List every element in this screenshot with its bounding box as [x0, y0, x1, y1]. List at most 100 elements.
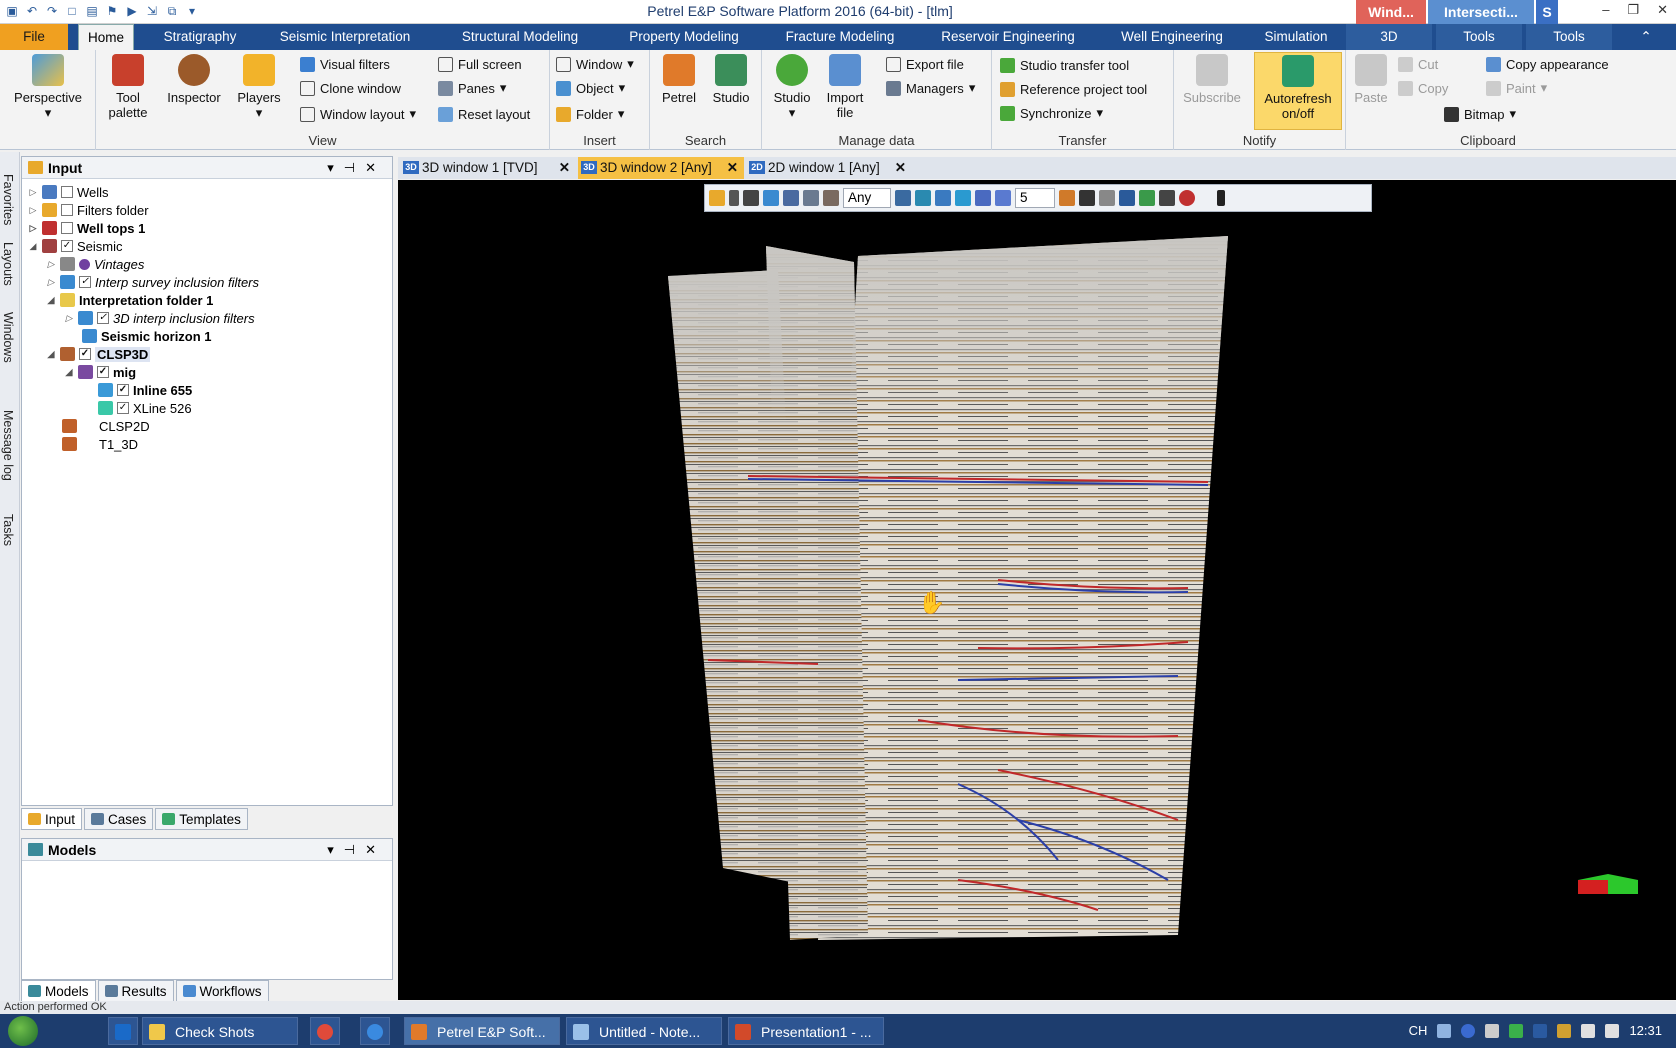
import-icon[interactable]: ⇲ [144, 3, 160, 19]
export-file-button[interactable]: Export file [886, 54, 964, 74]
interpret-icon[interactable] [823, 190, 839, 206]
3d-viewport[interactable]: ✋ [398, 180, 1676, 1000]
vertical-exaggeration-dropdown[interactable]: 5 [1015, 188, 1055, 208]
tab-seismic-interpretation[interactable]: Seismic Interpretation [270, 24, 420, 50]
paint-button[interactable]: Paint ▾ [1486, 78, 1547, 98]
tab-fracture-modeling[interactable]: Fracture Modeling [770, 24, 910, 50]
insert-object-button[interactable]: Object ▾ [556, 78, 625, 98]
tree-node-interpretation-folder[interactable]: ◢ Interpretation folder 1 [46, 291, 214, 309]
tree-node-seismic-horizon[interactable]: Seismic horizon 1 [82, 327, 212, 345]
tab-3d-window-2[interactable]: 3D 3D window 2 [Any] ✕ [578, 157, 744, 179]
subscribe-button[interactable]: Subscribe [1178, 54, 1246, 105]
taskbar-petrel[interactable]: Petrel E&P Soft... [404, 1017, 560, 1045]
tree-node-filters-folder[interactable]: ▷ Filters folder [28, 201, 149, 219]
tree-node-xline[interactable]: ✓ XLine 526 [98, 399, 192, 417]
tree-node-wells[interactable]: ▷ Wells [28, 183, 109, 201]
copy-button[interactable]: Copy [1398, 78, 1448, 98]
tab-home[interactable]: Home [78, 24, 134, 50]
customize-icon[interactable]: ▾ [184, 3, 200, 19]
taskbar-notepad[interactable]: Untitled - Note... [566, 1017, 722, 1045]
autorefresh-button[interactable]: Autorefresh on/off [1254, 52, 1342, 130]
tab-reservoir-engineering[interactable]: Reservoir Engineering [932, 24, 1084, 50]
axis-icon[interactable] [803, 190, 819, 206]
stop-icon[interactable] [1179, 190, 1195, 206]
bitmap-button[interactable]: Bitmap ▾ [1398, 104, 1516, 124]
taskbar-check-shots[interactable]: Check Shots [142, 1017, 298, 1045]
full-screen-button[interactable]: Full screen [438, 54, 522, 74]
save-icon[interactable]: ▣ [4, 3, 20, 19]
tab-well-engineering[interactable]: Well Engineering [1112, 24, 1232, 50]
side-tab-layouts[interactable]: Layouts [1, 242, 15, 286]
tab-3d-window-1[interactable]: 3D 3D window 1 [TVD] ✕ [400, 157, 576, 179]
side-tab-message-log[interactable]: Message log [1, 410, 15, 481]
panes-button[interactable]: Panes ▾ [438, 78, 506, 98]
side-tab-tasks[interactable]: Tasks [1, 514, 15, 546]
input-language[interactable]: CH [1409, 1014, 1428, 1048]
zoom-icon[interactable] [995, 190, 1011, 206]
tab-2d-window-1[interactable]: 2D 2D window 1 [Any] ✕ [746, 157, 912, 179]
keyboard-icon[interactable] [1437, 1024, 1452, 1038]
close-tab-icon[interactable]: ✕ [895, 157, 906, 179]
cut-button[interactable]: Cut [1398, 54, 1438, 74]
tree-node-inline[interactable]: ✓ Inline 655 [98, 381, 192, 399]
tab-tools-1[interactable]: Tools [1436, 24, 1522, 50]
close-tab-icon[interactable]: ✕ [559, 157, 570, 179]
tab-templates[interactable]: Templates [155, 808, 248, 830]
insert-folder-button[interactable]: Folder ▾ [556, 104, 624, 124]
close-tab-icon[interactable]: ✕ [727, 157, 738, 179]
clone-window-button[interactable]: Clone window [300, 78, 401, 98]
home-view-icon[interactable] [895, 190, 911, 206]
pin-icon[interactable] [1217, 190, 1225, 206]
folder-icon[interactable]: ▶ [124, 3, 140, 19]
models-panel-controls[interactable]: ▾⊣✕ [327, 839, 386, 861]
domain-dropdown[interactable]: Any [843, 188, 891, 208]
studio-transfer-tool-button[interactable]: Studio transfer tool [1000, 55, 1129, 75]
copy-appearance-button[interactable]: Copy appearance [1486, 54, 1609, 74]
tab-3d[interactable]: 3D [1346, 24, 1432, 50]
copy-icon[interactable]: ⧉ [164, 3, 180, 19]
paste-button[interactable]: Paste [1350, 54, 1392, 105]
tab-tools-2[interactable]: Tools [1526, 24, 1612, 50]
select-pointer-icon[interactable] [729, 190, 739, 206]
players-button[interactable]: Players ▾ [232, 54, 286, 121]
tab-stratigraphy[interactable]: Stratigraphy [150, 24, 250, 50]
tab-file[interactable]: File [0, 24, 68, 50]
redo-icon[interactable]: ↷ [44, 3, 60, 19]
light-icon[interactable] [1059, 190, 1075, 206]
tree-node-clsp2d[interactable]: CLSP2D [62, 417, 150, 435]
rotate-icon[interactable] [783, 190, 799, 206]
clock[interactable]: 12:31 [1629, 1014, 1662, 1048]
inspector-icon[interactable]: ⚑ [104, 3, 120, 19]
tree-node-interp-survey-filters[interactable]: ▷ ✓ Interp survey inclusion filters [46, 273, 259, 291]
layers-icon[interactable] [1079, 190, 1095, 206]
studio-button[interactable]: Studio ▾ [766, 54, 818, 121]
skype-icon[interactable] [1485, 1024, 1500, 1038]
legend-icon[interactable] [1139, 190, 1155, 206]
tab-cases[interactable]: Cases [84, 808, 154, 830]
new-window-icon[interactable]: □ [64, 3, 80, 19]
managers-button[interactable]: Managers ▾ [886, 78, 975, 98]
tree-node-seismic[interactable]: ◢ ✓ Seismic [28, 237, 123, 255]
tray-app-icon[interactable] [1509, 1024, 1524, 1038]
perspective-button[interactable]: Perspective ▾ [8, 54, 88, 121]
tree-node-clsp3d[interactable]: ◢ ✓ CLSP3D [46, 345, 151, 363]
eraser-icon[interactable] [1099, 190, 1115, 206]
tab-input[interactable]: Input [21, 808, 83, 830]
import-file-button[interactable]: Import file [820, 54, 870, 120]
visual-filters-button[interactable]: Visual filters [300, 54, 390, 74]
insert-window-button[interactable]: Window ▾ [556, 54, 634, 74]
context-tab-window[interactable]: Wind... [1356, 0, 1426, 24]
search-studio-button[interactable]: Studio [706, 54, 756, 105]
view-all-icon[interactable] [915, 190, 931, 206]
studio-button[interactable]: S [1536, 0, 1558, 24]
tree-node-mig[interactable]: ◢ ✓ mig [64, 363, 137, 381]
tab-simulation[interactable]: Simulation [1256, 24, 1336, 50]
volume-icon[interactable] [1605, 1024, 1620, 1038]
synchronize-button[interactable]: Synchronize ▾ [1000, 103, 1103, 123]
panel-controls[interactable]: ▾⊣✕ [327, 157, 386, 179]
screenshot-icon[interactable] [1159, 190, 1175, 206]
minimize-icon[interactable]: – [1602, 2, 1609, 18]
tree-node-vintages[interactable]: ▷ Vintages [46, 255, 145, 273]
side-tab-favorites[interactable]: Favorites [1, 174, 15, 225]
tab-results[interactable]: Results [97, 980, 174, 1002]
